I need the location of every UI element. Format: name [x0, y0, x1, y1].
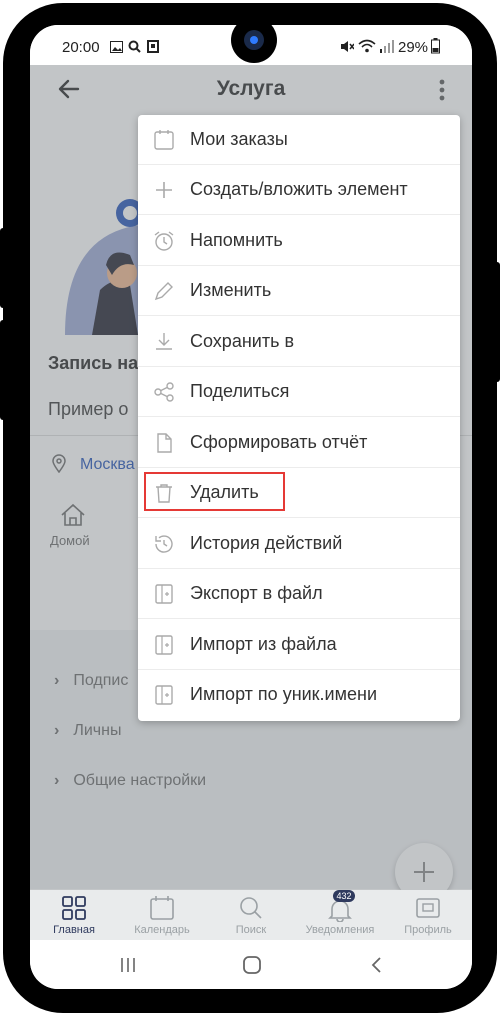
- menu-item-label: История действий: [190, 533, 343, 553]
- status-bar: 20:00 29%: [30, 25, 472, 65]
- menu-item-label: Поделиться: [190, 381, 290, 401]
- nav-item-notifications[interactable]: 432 Уведомления: [300, 890, 380, 940]
- recent-apps-icon[interactable]: [120, 957, 136, 973]
- status-time: 20:00: [62, 39, 100, 56]
- pencil-icon: [154, 282, 173, 301]
- nav-item-profile[interactable]: Профиль: [388, 890, 468, 940]
- menu-item-edit[interactable]: Изменить: [138, 266, 460, 316]
- profile-icon: [416, 898, 440, 918]
- download-icon: [156, 333, 172, 350]
- delete-highlight-box: [144, 472, 285, 511]
- menu-item-my-orders[interactable]: Мои заказы: [138, 115, 460, 165]
- wifi-icon: [358, 39, 376, 53]
- nav-label: Главная: [53, 924, 95, 936]
- system-nav-bar: [30, 940, 472, 989]
- nav-item-calendar[interactable]: Календарь: [122, 890, 202, 940]
- menu-item-import-file[interactable]: Импорт из файла: [138, 620, 460, 670]
- menu-item-history[interactable]: История действий: [138, 519, 460, 569]
- power-button: [490, 262, 500, 382]
- menu-item-label: Напомнить: [190, 230, 283, 250]
- menu-item-create[interactable]: Создать/вложить элемент: [138, 165, 460, 215]
- notification-badge: 432: [333, 890, 355, 902]
- nav-label: Календарь: [134, 924, 190, 936]
- menu-item-label: Экспорт в файл: [190, 583, 323, 603]
- context-menu: Мои заказы Создать/вложить элемент Напом…: [138, 115, 460, 721]
- menu-item-report[interactable]: Сформировать отчёт: [138, 418, 460, 468]
- import-icon: [155, 635, 173, 655]
- menu-item-label: Мои заказы: [190, 129, 288, 149]
- screen: 20:00 29% Услуга Запись на Пример о Моск…: [30, 25, 472, 989]
- volume-button: [0, 228, 10, 308]
- menu-item-import-name[interactable]: Импорт по уник.имени: [138, 670, 460, 720]
- nav-label: Поиск: [235, 924, 267, 936]
- front-camera: [231, 25, 277, 63]
- nav-item-search[interactable]: Поиск: [211, 890, 291, 940]
- import-name-icon: [155, 685, 173, 705]
- signal-icon: [380, 40, 394, 53]
- bottom-nav: Главная Календарь Поиск 432 Уведомления …: [30, 890, 472, 940]
- menu-item-remind[interactable]: Напомнить: [138, 216, 460, 266]
- menu-item-label: Импорт из файла: [190, 634, 337, 654]
- history-icon: [155, 535, 173, 553]
- menu-item-label: Сформировать отчёт: [190, 432, 368, 452]
- menu-item-label: Импорт по уник.имени: [190, 684, 377, 704]
- menu-item-save-to[interactable]: Сохранить в: [138, 317, 460, 367]
- mute-icon: [341, 41, 354, 52]
- battery-percent: 29%: [398, 39, 429, 56]
- share-icon: [154, 382, 174, 402]
- nav-item-home[interactable]: Главная: [34, 890, 114, 940]
- menu-item-share[interactable]: Поделиться: [138, 367, 460, 417]
- plus-icon: [156, 182, 172, 198]
- export-icon: [155, 584, 173, 604]
- search-icon: [240, 897, 262, 919]
- nav-label: Профиль: [404, 924, 452, 936]
- grid-icon: [62, 896, 86, 920]
- battery-icon: [431, 38, 440, 54]
- calendar-icon: [150, 896, 174, 920]
- volume-down-button: [0, 320, 10, 420]
- alarm-icon: [154, 231, 174, 251]
- menu-item-label: Сохранить в: [190, 331, 295, 351]
- document-icon: [157, 433, 172, 453]
- gallery-icon: [110, 41, 123, 53]
- back-button-icon[interactable]: [370, 956, 382, 974]
- menu-item-label: Изменить: [190, 280, 272, 300]
- screenshot-status-icon: [147, 40, 159, 53]
- home-button-icon[interactable]: [243, 956, 261, 974]
- menu-item-export[interactable]: Экспорт в файл: [138, 569, 460, 619]
- menu-item-label: Создать/вложить элемент: [190, 179, 408, 199]
- calendar-icon: [154, 130, 174, 150]
- nav-label: Уведомления: [305, 924, 375, 936]
- search-status-icon: [128, 40, 141, 53]
